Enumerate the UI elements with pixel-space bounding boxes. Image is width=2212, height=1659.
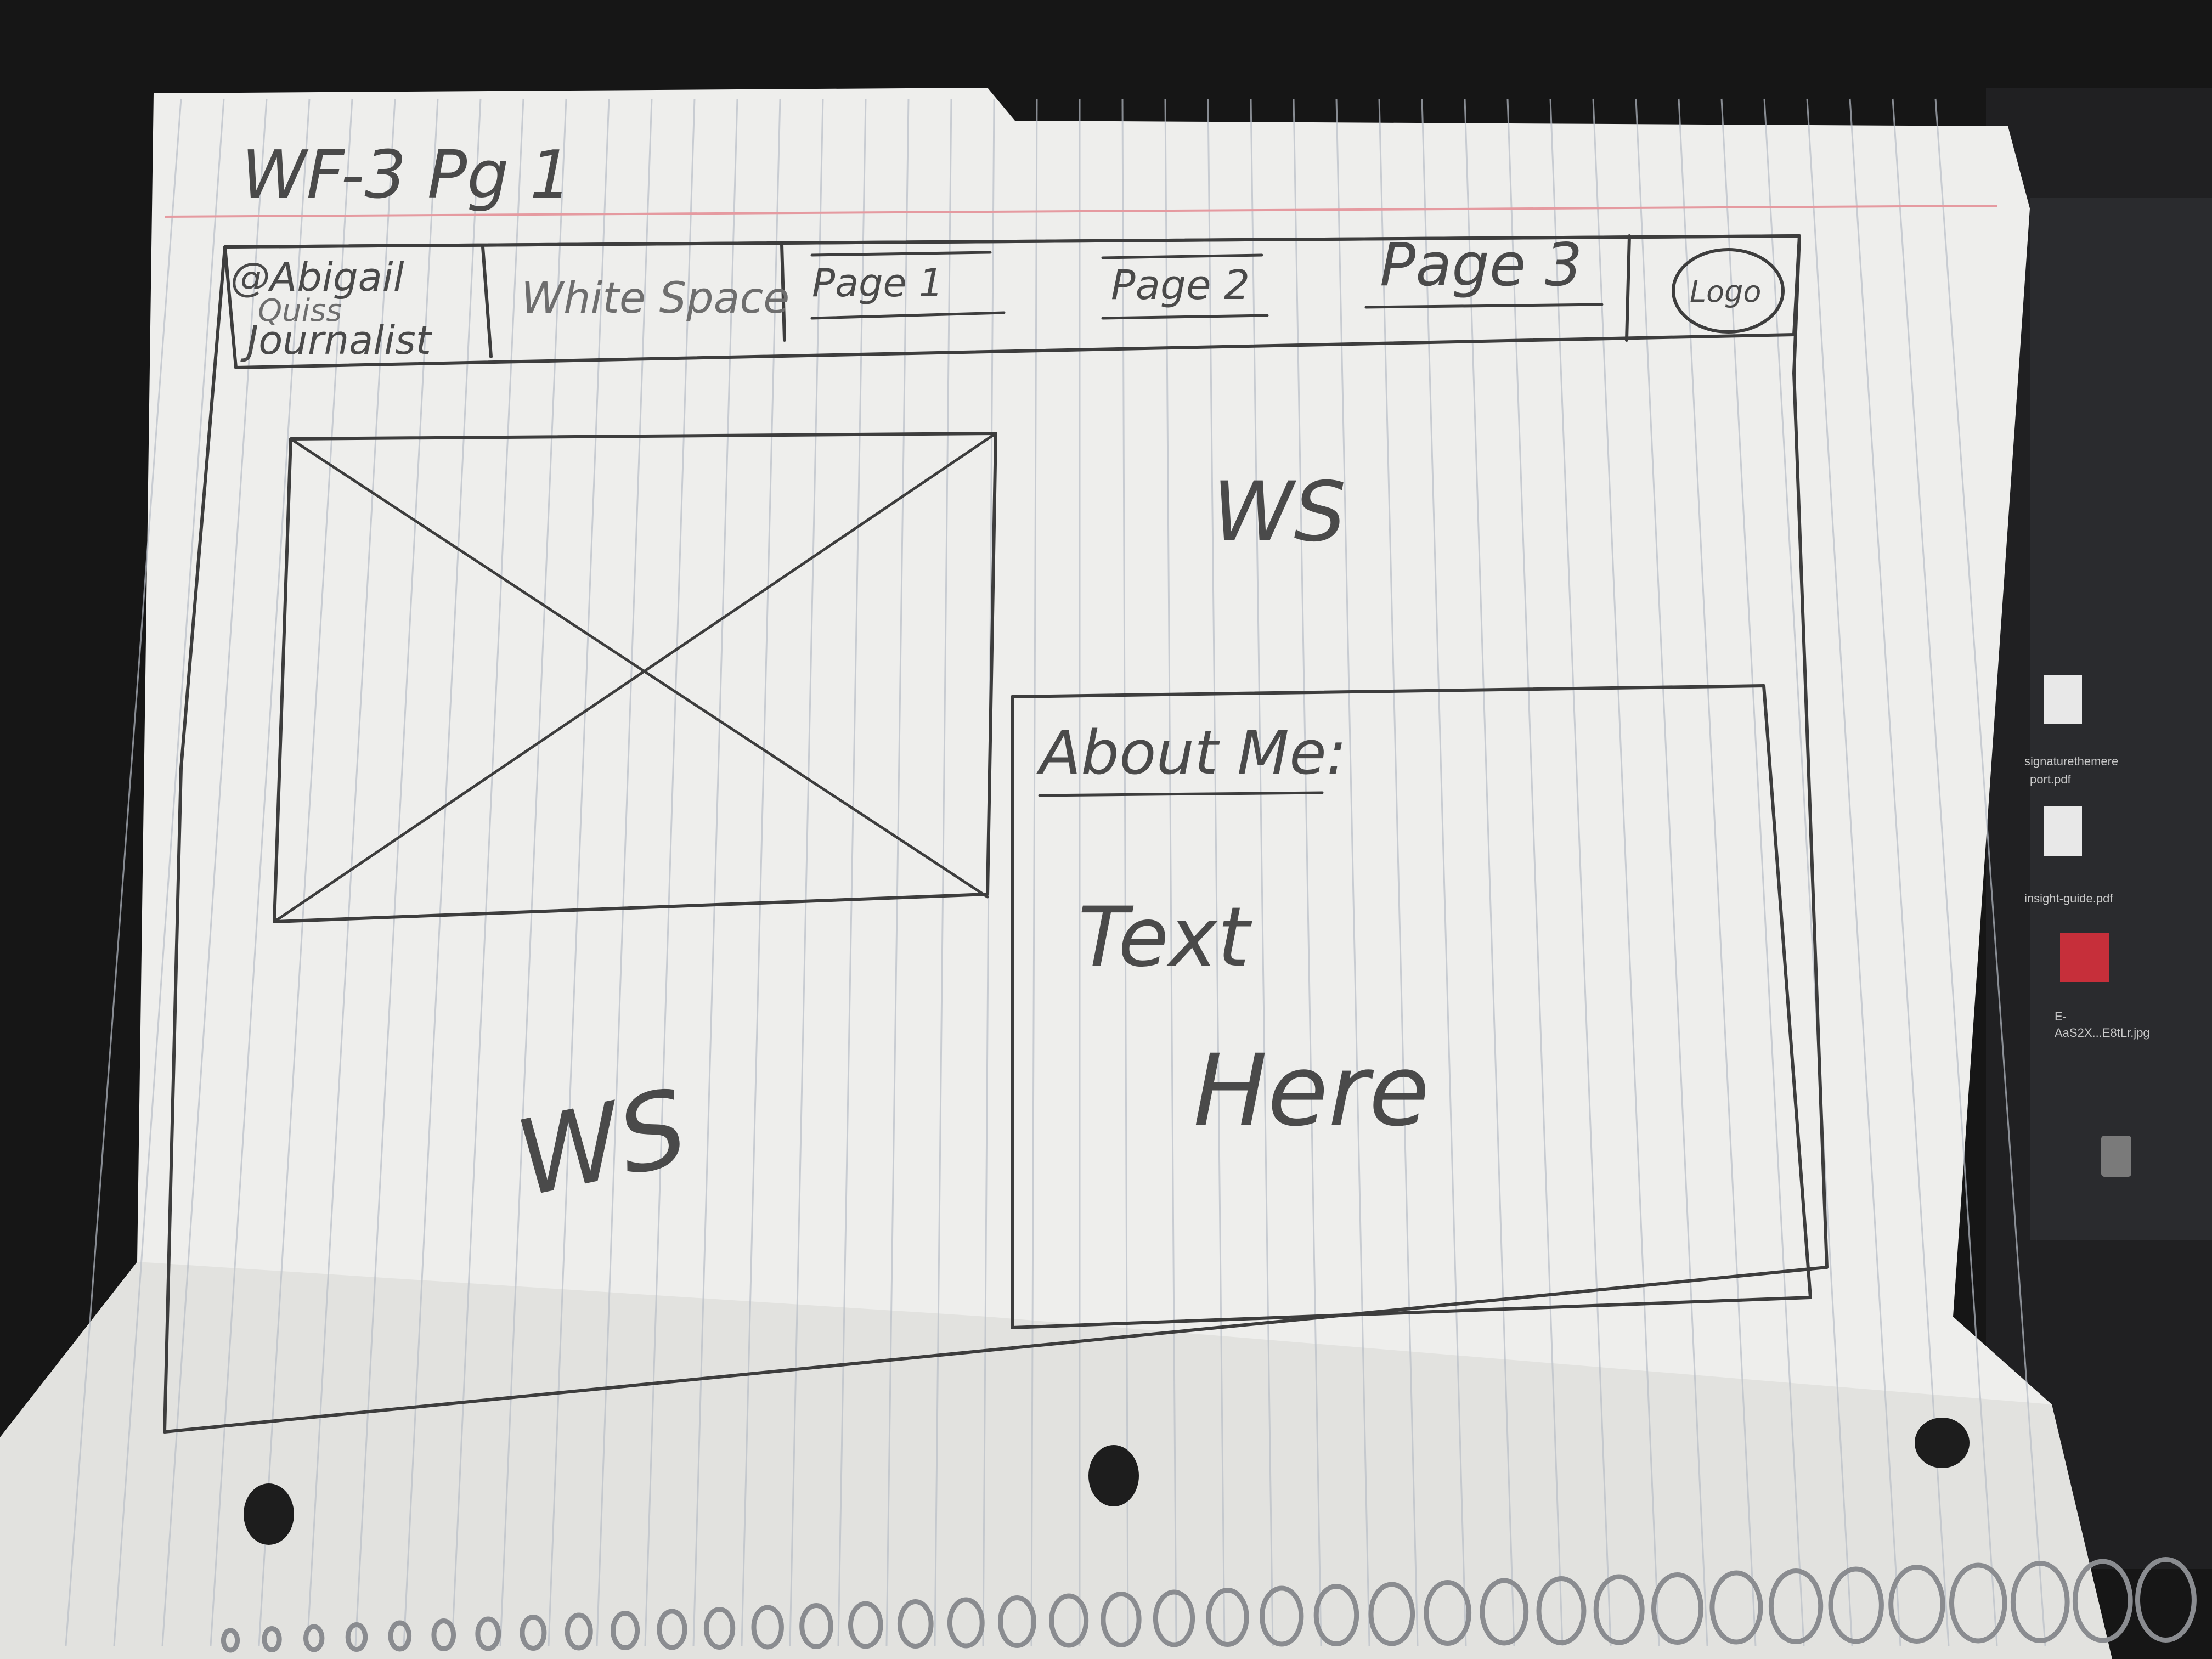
about-me-heading: About Me: — [1036, 718, 1347, 788]
punch-hole-left — [244, 1483, 294, 1545]
photo-scene: signaturethemere port.pdf insight-guide.… — [0, 0, 2212, 1659]
file-thumbnail-3 — [2060, 933, 2109, 982]
file-thumbnail-1 — [2044, 675, 2082, 724]
file-name-3a: E- — [2055, 1009, 2067, 1023]
about-text-line-1: Text — [1078, 890, 1252, 985]
punch-hole-middle — [1088, 1445, 1139, 1506]
nav-page-3[interactable]: Page 3 — [1380, 231, 1582, 300]
file-name-1b: port.pdf — [2030, 772, 2071, 786]
nav-page-2[interactable]: Page 2 — [1111, 262, 1250, 309]
file-name-2: insight-guide.pdf — [2024, 891, 2113, 905]
brand-line-3: Journalist — [240, 317, 433, 363]
about-text-line-2: Here — [1193, 1034, 1430, 1148]
punch-hole-right — [1915, 1418, 1970, 1468]
whitespace-label-top: WS — [1212, 465, 1346, 560]
sheet-title: WF-3 Pg 1 — [241, 137, 572, 213]
file-name-1a: signaturethemere — [2024, 754, 2118, 768]
trash-icon — [2101, 1136, 2131, 1177]
nav-white-space: White Space — [521, 274, 789, 323]
scene-canvas: signaturethemere port.pdf insight-guide.… — [0, 0, 2212, 1659]
file-thumbnail-2 — [2044, 806, 2082, 856]
nav-logo-label: Logo — [1690, 274, 1761, 309]
file-name-3b: AaS2X...E8tLr.jpg — [2055, 1026, 2150, 1040]
nav-page-1[interactable]: Page 1 — [812, 261, 943, 306]
